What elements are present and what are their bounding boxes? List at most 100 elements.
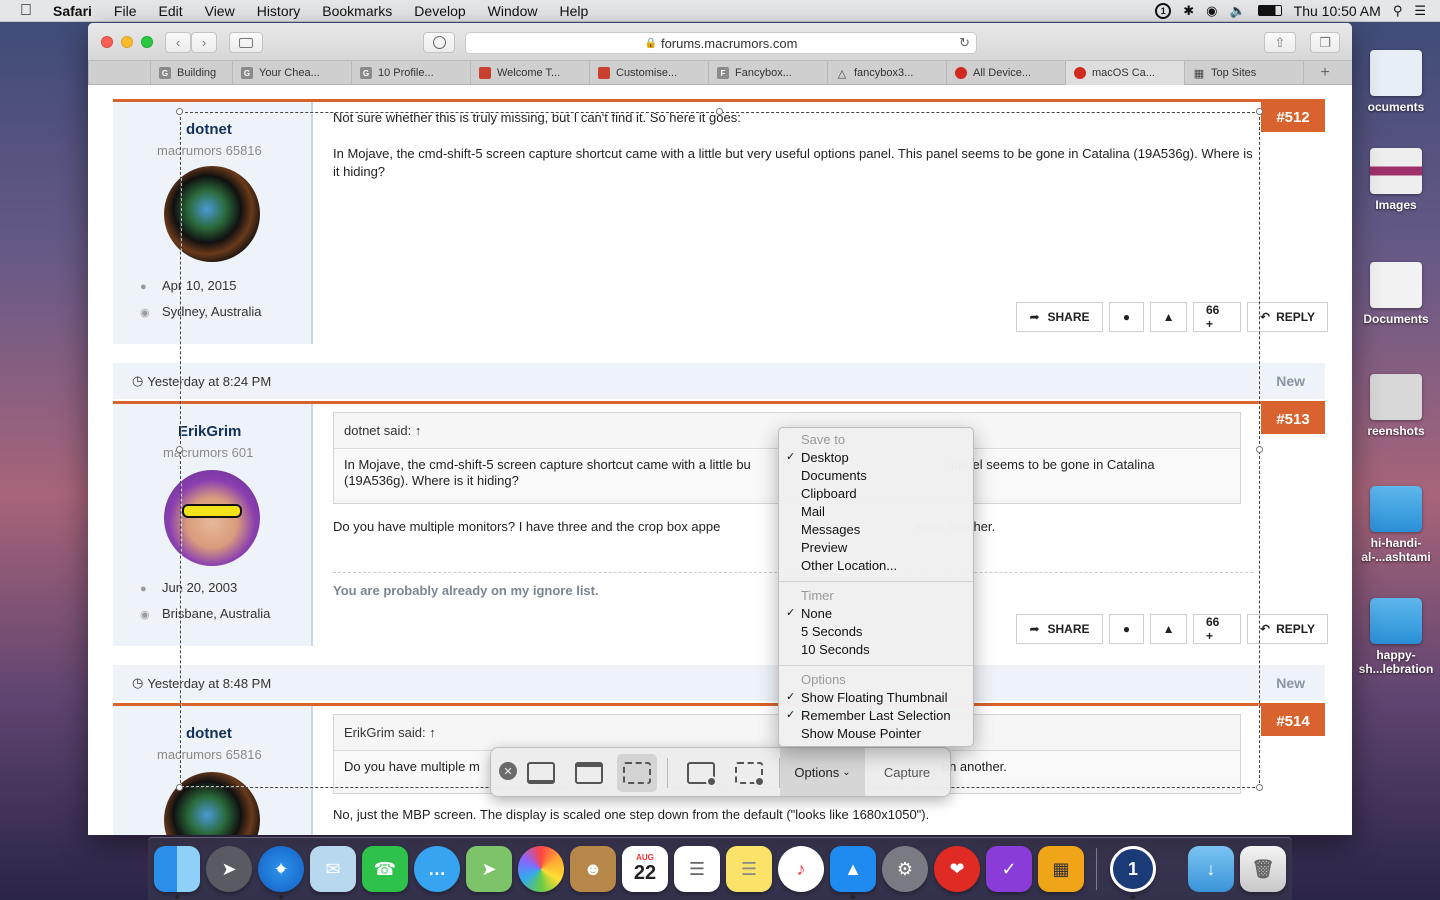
menu-view[interactable]: View xyxy=(194,3,246,19)
tab-top-sites[interactable]: ▦ Top Sites xyxy=(1184,61,1303,85)
share-post-button[interactable]: ➦ SHARE xyxy=(1016,614,1103,644)
desktop-item-folder-celebration[interactable]: happy- sh...lebration xyxy=(1352,598,1440,676)
bluetooth-icon[interactable]: ✱ xyxy=(1183,3,1194,19)
avatar[interactable] xyxy=(164,470,260,566)
menu-item-show-mouse-pointer[interactable]: Show Mouse Pointer xyxy=(801,726,921,741)
desktop-item-documents-2[interactable]: Documents xyxy=(1352,262,1440,326)
like-button[interactable]: ▲ xyxy=(1150,614,1187,644)
capture-selection-button[interactable] xyxy=(617,754,657,792)
avatar[interactable] xyxy=(164,772,260,835)
tab-10-profile[interactable]: G 10 Profile... xyxy=(351,61,470,85)
desktop-item-documents-1[interactable]: ocuments xyxy=(1352,50,1440,114)
post-number[interactable]: #514 xyxy=(1261,706,1325,736)
music-icon[interactable]: ♪ xyxy=(778,846,824,892)
menu-develop[interactable]: Develop xyxy=(403,3,476,19)
onepassword-app-icon[interactable]: 1 xyxy=(1110,846,1156,892)
report-button[interactable]: ● xyxy=(1109,302,1144,332)
menu-item-preview[interactable]: Preview xyxy=(801,540,847,555)
share-post-button[interactable]: ➦ SHARE xyxy=(1016,302,1103,332)
menu-item-clipboard[interactable]: Clipboard xyxy=(801,486,857,501)
tab-macos-catalina[interactable]: macOS Ca... xyxy=(1065,61,1184,85)
desktop-item-images[interactable]: Images xyxy=(1352,148,1440,212)
post-username[interactable]: ErikGrim xyxy=(178,423,241,440)
menu-edit[interactable]: Edit xyxy=(147,3,193,19)
zoom-window-button[interactable] xyxy=(141,36,153,48)
menu-item-timer-none[interactable]: None xyxy=(801,606,832,621)
reload-icon[interactable]: ↻ xyxy=(959,35,970,51)
airplay-icon[interactable]: ◉ xyxy=(1206,3,1217,19)
tab-your-cheat[interactable]: G Your Chea... xyxy=(232,61,351,85)
sidebar-toggle-button[interactable] xyxy=(229,32,263,53)
mail-icon[interactable]: ✉ xyxy=(310,846,356,892)
record-entire-screen-button[interactable] xyxy=(681,756,721,790)
menu-item-remember-last-selection[interactable]: Remember Last Selection xyxy=(801,708,951,723)
calendar-icon[interactable]: AUG 22 xyxy=(622,846,668,892)
post-number[interactable]: #513 xyxy=(1261,404,1325,434)
menu-item-timer-5[interactable]: 5 Seconds xyxy=(801,624,862,639)
desktop-item-screenshots[interactable]: reenshots xyxy=(1352,374,1440,438)
onepassword-extension-button[interactable] xyxy=(423,32,455,53)
menu-help[interactable]: Help xyxy=(548,3,599,19)
tab-building[interactable]: G Building xyxy=(150,61,232,85)
tab-fancybox3[interactable]: △ fancybox3... xyxy=(827,61,946,85)
capture-button[interactable]: Capture xyxy=(869,758,945,786)
menubar-clock[interactable]: Thu 10:50 AM xyxy=(1294,3,1381,19)
onepassword-menu-icon[interactable]: 1 xyxy=(1155,2,1172,19)
facetime-icon[interactable]: ☎ xyxy=(362,846,408,892)
messages-icon[interactable]: … xyxy=(414,846,460,892)
tab-all-devices[interactable]: All Device... xyxy=(946,61,1065,85)
tab-welcome[interactable]: Welcome T... xyxy=(470,61,589,85)
maps-icon[interactable]: ➤ xyxy=(466,846,512,892)
record-selection-button[interactable] xyxy=(729,756,769,790)
omnifocus-icon[interactable]: ✓ xyxy=(986,846,1032,892)
reply-button[interactable]: ↶ REPLY xyxy=(1247,302,1328,332)
post-username[interactable]: dotnet xyxy=(186,121,232,138)
app-store-icon[interactable]: ▲ xyxy=(830,846,876,892)
share-button[interactable]: ⇧ xyxy=(1264,32,1296,53)
new-tab-button[interactable]: + xyxy=(1303,61,1346,85)
apple-menu-icon[interactable]:  xyxy=(0,2,42,20)
options-button[interactable]: Options ⌄ xyxy=(780,748,865,796)
menu-item-other-location[interactable]: Other Location... xyxy=(801,558,897,573)
sketch-app-icon[interactable]: ▦ xyxy=(1038,846,1084,892)
photos-icon[interactable] xyxy=(518,846,564,892)
contacts-icon[interactable]: ☻ xyxy=(570,846,616,892)
trash-icon[interactable]: 🗑 xyxy=(1240,846,1286,892)
close-capture-button[interactable]: ✕ xyxy=(499,762,517,780)
capture-entire-screen-button[interactable] xyxy=(521,756,561,790)
tab-overview-button[interactable]: ❐ xyxy=(1310,32,1340,53)
system-preferences-icon[interactable]: ⚙ xyxy=(882,846,928,892)
multi-quote-button[interactable]: 66 + xyxy=(1193,614,1241,644)
menu-item-show-floating-thumbnail[interactable]: Show Floating Thumbnail xyxy=(801,690,947,705)
minimize-window-button[interactable] xyxy=(121,36,133,48)
close-window-button[interactable] xyxy=(101,36,113,48)
downloads-folder-icon[interactable]: ↓ xyxy=(1188,846,1234,892)
post-username[interactable]: dotnet xyxy=(186,725,232,742)
menu-item-messages[interactable]: Messages xyxy=(801,522,860,537)
multi-quote-button[interactable]: 66 + xyxy=(1193,302,1241,332)
pocket-app-icon[interactable]: ❤ xyxy=(934,846,980,892)
address-bar[interactable]: 🔒 forums.macrumors.com ↻ xyxy=(465,32,977,54)
avatar[interactable] xyxy=(164,166,260,262)
capture-window-button[interactable] xyxy=(569,756,609,790)
menu-app-name[interactable]: Safari xyxy=(42,3,103,19)
like-button[interactable]: ▲ xyxy=(1150,302,1187,332)
safari-icon[interactable]: ✦ xyxy=(258,846,304,892)
menu-history[interactable]: History xyxy=(246,3,312,19)
menu-item-mail[interactable]: Mail xyxy=(801,504,825,519)
menu-item-timer-10[interactable]: 10 Seconds xyxy=(801,642,870,657)
reminders-icon[interactable]: ☰ xyxy=(674,846,720,892)
notes-icon[interactable]: ☰ xyxy=(726,846,772,892)
post-number[interactable]: #512 xyxy=(1261,102,1325,132)
tab-0[interactable] xyxy=(88,61,150,85)
menu-item-documents[interactable]: Documents xyxy=(801,468,867,483)
back-button[interactable]: ‹ xyxy=(165,32,191,53)
menu-window[interactable]: Window xyxy=(477,3,549,19)
forward-button[interactable]: › xyxy=(191,32,217,53)
menu-bookmarks[interactable]: Bookmarks xyxy=(311,3,403,19)
finder-icon[interactable] xyxy=(154,846,200,892)
tab-customise[interactable]: Customise... xyxy=(589,61,708,85)
reply-button[interactable]: ↶ REPLY xyxy=(1247,614,1328,644)
report-button[interactable]: ● xyxy=(1109,614,1144,644)
volume-icon[interactable]: 🔈 xyxy=(1229,3,1245,19)
